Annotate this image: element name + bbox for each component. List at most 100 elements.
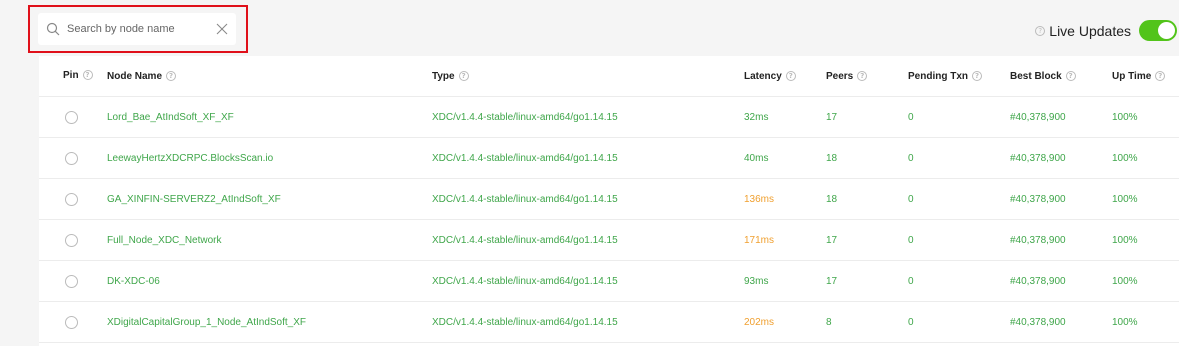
search-highlight-frame [28, 5, 248, 53]
best-block-cell: #40,378,900 [1010, 316, 1066, 328]
node-name-link[interactable]: Lord_Bae_AtIndSoft_XF_XF [107, 112, 234, 123]
latency-cell: 40ms [744, 152, 769, 164]
up-time-cell: 100% [1112, 234, 1138, 246]
pin-cell [63, 179, 78, 219]
pending-txn-cell: 0 [908, 316, 914, 328]
type-cell: XDC/v1.4.4-stable/linux-amd64/go1.14.15 [432, 275, 618, 287]
node-name-link[interactable]: DK-XDC-06 [107, 276, 160, 287]
type-cell: XDC/v1.4.4-stable/linux-amd64/go1.14.15 [432, 234, 618, 246]
pending-txn-cell: 0 [908, 111, 914, 123]
pin-cell [63, 302, 78, 342]
best-block-cell: #40,378,900 [1010, 152, 1066, 164]
live-updates-control: ? Live Updates [1031, 20, 1177, 41]
type-cell: XDC/v1.4.4-stable/linux-amd64/go1.14.15 [432, 111, 618, 123]
node-name-link[interactable]: XDigitalCapitalGroup_1_Node_AtIndSoft_XF [107, 317, 306, 328]
node-name-link[interactable]: LeewayHertzXDCRPC.BlocksScan.io [107, 153, 273, 164]
up-time-cell: 100% [1112, 275, 1138, 287]
type-cell: XDC/v1.4.4-stable/linux-amd64/go1.14.15 [432, 316, 618, 328]
peers-cell: 18 [826, 152, 838, 164]
column-header-node-name[interactable]: Node Name? [107, 56, 177, 96]
close-icon[interactable] [216, 23, 228, 35]
peers-cell: 17 [826, 275, 838, 287]
column-label: Peers [826, 70, 854, 82]
pin-radio[interactable] [65, 233, 78, 247]
table-row: XDigitalCapitalGroup_1_Node_AtIndSoft_XF… [39, 302, 1179, 343]
latency-cell: 93ms [744, 275, 769, 287]
help-icon: ? [82, 70, 93, 80]
best-block-cell: #40,378,900 [1010, 275, 1066, 287]
best-block-cell: #40,378,900 [1010, 111, 1066, 123]
pin-cell [63, 97, 78, 137]
live-updates-toggle[interactable] [1139, 20, 1177, 41]
help-icon: ? [166, 71, 177, 81]
column-header-pin[interactable]: Pin? [63, 56, 93, 96]
column-header-latency[interactable]: Latency? [744, 56, 796, 96]
help-icon: ? [458, 71, 469, 81]
help-icon: ? [785, 71, 796, 81]
up-time-cell: 100% [1112, 111, 1138, 123]
node-name-link[interactable]: Full_Node_XDC_Network [107, 235, 222, 246]
peers-cell: 17 [826, 111, 838, 123]
node-name-cell: Full_Node_XDC_Network [107, 220, 222, 260]
type-cell: XDC/v1.4.4-stable/linux-amd64/go1.14.15 [432, 152, 618, 164]
column-label: Up Time [1112, 70, 1152, 82]
column-label: Best Block [1010, 70, 1062, 82]
pending-txn-cell: 0 [908, 152, 914, 164]
peers-cell: 18 [826, 193, 838, 205]
table-row: Full_Node_XDC_Network XDC/v1.4.4-stable/l… [39, 220, 1179, 261]
pending-txn-cell: 0 [908, 193, 914, 205]
column-header-best-block[interactable]: Best Block? [1010, 56, 1076, 96]
search-bar [38, 13, 236, 45]
table-row: GA_XINFIN-SERVERZ2_AtIndSoft_XF XDC/v1.4.… [39, 179, 1179, 220]
best-block-cell: #40,378,900 [1010, 234, 1066, 246]
pin-radio[interactable] [65, 110, 78, 124]
node-name-cell: LeewayHertzXDCRPC.BlocksScan.io [107, 138, 273, 178]
latency-cell: 202ms [744, 316, 775, 328]
column-header-type[interactable]: Type? [432, 56, 469, 96]
peers-cell: 17 [826, 234, 838, 246]
column-header-up-time[interactable]: Up Time? [1112, 56, 1166, 96]
pin-radio[interactable] [65, 274, 78, 288]
nodes-table: Pin? Node Name? Type? Latency? Peers? Pe… [39, 56, 1179, 346]
pin-radio[interactable] [65, 315, 78, 329]
pin-cell [63, 138, 78, 178]
up-time-cell: 100% [1112, 152, 1138, 164]
help-icon: ? [857, 71, 868, 81]
help-icon[interactable]: ? [1035, 25, 1046, 36]
pin-radio[interactable] [65, 192, 78, 206]
type-cell: XDC/v1.4.4-stable/linux-amd64/go1.14.15 [432, 193, 618, 205]
live-updates-label: Live Updates [1049, 22, 1131, 39]
node-name-cell: GA_XINFIN-SERVERZ2_AtIndSoft_XF [107, 179, 281, 219]
up-time-cell: 100% [1112, 193, 1138, 205]
column-label: Type [432, 70, 455, 82]
column-header-peers[interactable]: Peers? [826, 56, 868, 96]
table-header: Pin? Node Name? Type? Latency? Peers? Pe… [39, 56, 1179, 97]
peers-cell: 8 [826, 316, 832, 328]
node-name-link[interactable]: GA_XINFIN-SERVERZ2_AtIndSoft_XF [107, 194, 281, 205]
search-input[interactable] [67, 23, 212, 35]
best-block-cell: #40,378,900 [1010, 193, 1066, 205]
column-label: Latency [744, 70, 782, 82]
latency-cell: 32ms [744, 111, 769, 123]
node-name-cell: XDigitalCapitalGroup_1_Node_AtIndSoft_XF [107, 302, 306, 342]
column-label: Node Name [107, 70, 163, 82]
help-icon: ? [1065, 71, 1076, 81]
pin-cell [63, 220, 78, 260]
help-icon: ? [1155, 71, 1166, 81]
column-label: Pending Txn [908, 70, 968, 82]
up-time-cell: 100% [1112, 316, 1138, 328]
pending-txn-cell: 0 [908, 234, 914, 246]
pin-cell [63, 261, 78, 301]
latency-cell: 171ms [744, 234, 775, 246]
column-label: Pin [63, 70, 79, 81]
pending-txn-cell: 0 [908, 275, 914, 287]
table-row: LeewayHertzXDCRPC.BlocksScan.io XDC/v1.4.… [39, 138, 1179, 179]
column-header-pending-txn[interactable]: Pending Txn? [908, 56, 982, 96]
help-icon: ? [972, 71, 982, 81]
pin-radio[interactable] [65, 151, 78, 165]
table-row: DK-XDC-06 XDC/v1.4.4-stable/linux-amd64/g… [39, 261, 1179, 302]
toggle-knob [1158, 22, 1175, 39]
latency-cell: 136ms [744, 193, 775, 205]
node-name-cell: DK-XDC-06 [107, 261, 160, 301]
node-name-cell: Lord_Bae_AtIndSoft_XF_XF [107, 97, 234, 137]
